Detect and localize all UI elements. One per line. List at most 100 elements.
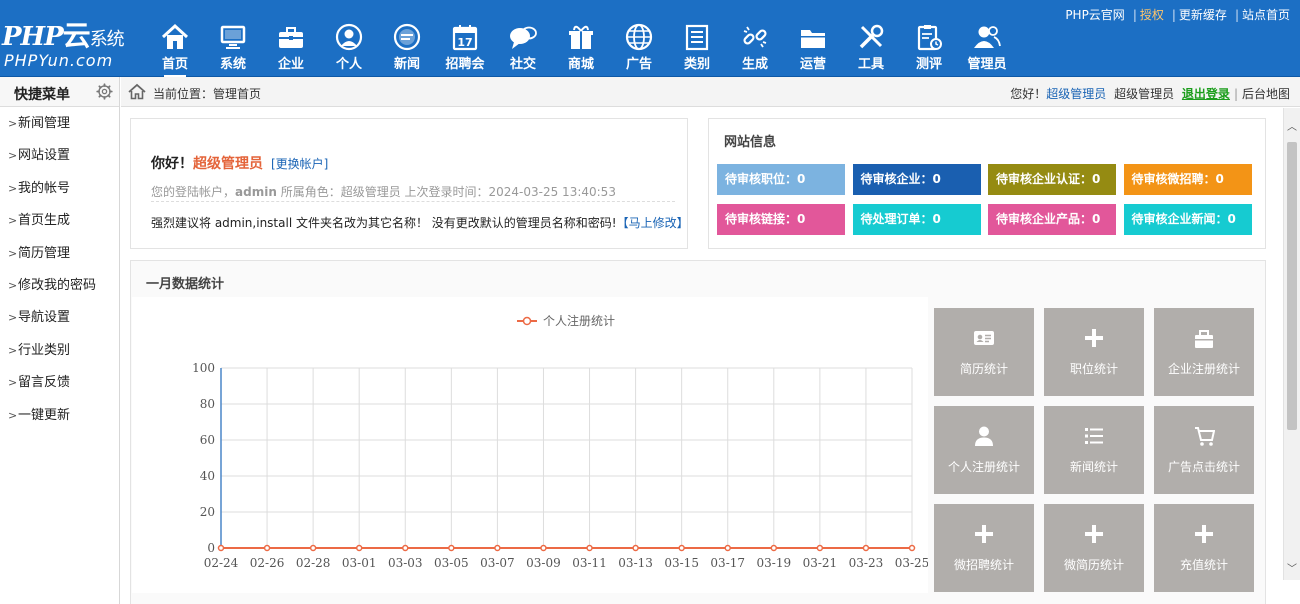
stat-shortcut-label: 微招聘统计 (953, 558, 1014, 572)
stat-shortcut-tile[interactable]: 新闻统计 (1044, 406, 1144, 494)
nav-tools[interactable]: 工具 (842, 0, 900, 77)
stat-shortcut-tile[interactable]: 微招聘统计 (934, 504, 1034, 592)
nav-link[interactable]: 生成 (726, 0, 784, 77)
plus-icon (1195, 525, 1213, 543)
nav-label: 运营 (799, 57, 826, 72)
home-icon[interactable] (128, 83, 146, 100)
list-icon (1085, 428, 1103, 444)
chevron-right-icon: > (8, 408, 18, 422)
logout-link[interactable]: 退出登录 (1182, 87, 1230, 101)
x-tick-label: 02-24 (204, 556, 239, 570)
pending-tile[interactable]: 待审核企业产品：0 (988, 204, 1116, 235)
switch-account-link[interactable]: [更换帐户] (271, 157, 328, 171)
official-site-link[interactable]: PHP云官网 (1065, 8, 1125, 22)
list-icon (685, 24, 709, 51)
x-tick-label: 03-19 (757, 556, 792, 570)
data-point (632, 544, 639, 552)
pending-tile[interactable]: 待审核链接：0 (717, 204, 845, 235)
pending-tile[interactable]: 待审核企业新闻：0 (1123, 204, 1252, 235)
breadcrumb-bar: 当前位置：管理首页 您好！超级管理员 超级管理员 退出登录 | 后台地图 (121, 77, 1300, 107)
pending-tile[interactable]: 待审核企业：0 (852, 164, 981, 195)
nav-globe[interactable]: 广告 (610, 0, 668, 77)
user-icon (335, 23, 363, 51)
y-tick-label: 60 (200, 433, 215, 447)
data-point (816, 544, 824, 552)
calendar-icon: 17 (452, 25, 478, 51)
sitemap-link[interactable]: 后台地图 (1242, 87, 1290, 101)
stat-shortcut-label: 新闻统计 (1069, 460, 1118, 474)
nav-folder[interactable]: 运营 (784, 0, 842, 77)
nav-home[interactable]: 首页 (146, 0, 204, 77)
pending-tile[interactable]: 待处理订单：0 (852, 204, 981, 235)
logo-yun: 云 (62, 19, 91, 52)
sidebar-item[interactable]: >简历管理 (0, 238, 119, 270)
nav-briefcase[interactable]: 企业 (262, 0, 320, 77)
main-scrollbar[interactable]: ︿ ﹀ (1283, 108, 1300, 580)
y-tick-label: 20 (200, 505, 215, 519)
stat-shortcut-tile[interactable]: 个人注册统计 (934, 406, 1034, 494)
nav-admins[interactable]: 管理员 (958, 0, 1016, 77)
phpyun-logo[interactable]: PHP云系统 PHPYun.com (2, 8, 142, 72)
sidebar-item[interactable]: >首页生成 (0, 205, 119, 237)
license-link[interactable]: 授权 (1140, 8, 1164, 22)
stat-shortcut-tile[interactable]: 广告点击统计 (1154, 406, 1254, 494)
divider (151, 201, 675, 202)
stat-shortcut-tile[interactable]: 充值统计 (1154, 504, 1254, 592)
sidebar-item[interactable]: >行业类别 (0, 335, 119, 367)
tools-icon (859, 24, 884, 49)
svg-text:17: 17 (457, 36, 472, 49)
site-home-link[interactable]: 站点首页 (1242, 8, 1290, 22)
x-tick-label: 03-03 (388, 556, 423, 570)
nav-gift[interactable]: 商城 (552, 0, 610, 77)
nav-news[interactable]: 新闻 (378, 0, 436, 77)
stat-shortcut-tile[interactable]: 简历统计 (934, 308, 1034, 396)
gift-icon (569, 25, 593, 49)
nav-user[interactable]: 个人 (320, 0, 378, 77)
line-chart-svg: 0 20 40 60 80 100 02-24 02-26 02-28 03-01 03-03 03-… (192, 313, 928, 570)
stat-shortcut-tile[interactable]: 微简历统计 (1044, 504, 1144, 592)
sidebar-item[interactable]: >新闻管理 (0, 108, 119, 140)
scroll-thumb[interactable] (1287, 142, 1297, 430)
admin-user-link[interactable]: 超级管理员 (1046, 87, 1106, 101)
link-icon (743, 26, 767, 48)
refresh-cache-link[interactable]: 更新缓存 (1179, 8, 1227, 22)
legend-marker (522, 316, 532, 326)
logo-domain: PHPYun.com (4, 51, 114, 70)
data-point (586, 544, 593, 552)
nav-clipboard[interactable]: 测评 (900, 0, 958, 77)
data-point (678, 544, 685, 552)
fix-now-link[interactable]: 【马上修改】 (617, 216, 689, 230)
sidebar-item[interactable]: >我的帐号 (0, 173, 119, 205)
x-tick-label: 03-05 (434, 556, 469, 570)
pending-tile[interactable]: 待审核微招聘：0 (1123, 164, 1252, 195)
sidebar-item-label: 我的帐号 (18, 180, 71, 196)
quick-menu-sidebar: 快捷菜单 >新闻管理 >网站设置 >我的帐号 >首页生成 >简历管理 >修改我的密码 >导航… (0, 77, 120, 604)
scroll-up-icon[interactable]: ︿ (1284, 120, 1300, 136)
data-point (355, 544, 363, 552)
nav-monitor[interactable]: 系统 (204, 0, 262, 77)
pending-tile[interactable]: 待审核企业认证：0 (988, 164, 1116, 195)
sidebar-item[interactable]: >一键更新 (0, 400, 119, 432)
gear-icon[interactable] (96, 83, 113, 100)
main-nav: 首页 系统 企业 个人 新闻 17 招聘会 社交 商城 广告 类别 生成 运营 工具 测评 管理员 (146, 0, 1016, 77)
sidebar-item[interactable]: >留言反馈 (0, 367, 119, 399)
stat-shortcut-tile[interactable]: 职位统计 (1044, 308, 1144, 396)
chevron-right-icon: > (8, 181, 18, 195)
sidebar-item[interactable]: >导航设置 (0, 302, 119, 334)
data-point (217, 544, 225, 552)
nav-chat[interactable]: 社交 (494, 0, 552, 77)
pending-tile[interactable]: 待审核职位：0 (717, 164, 845, 195)
breadcrumb: 当前位置：管理首页 (153, 87, 262, 101)
sidebar-item[interactable]: >网站设置 (0, 140, 119, 172)
nav-label: 商城 (567, 57, 594, 72)
briefcase-icon (279, 27, 303, 48)
nav-calendar[interactable]: 17 招聘会 (436, 0, 494, 77)
sidebar-item-label: 行业类别 (18, 342, 71, 358)
nav-list[interactable]: 类别 (668, 0, 726, 77)
scroll-down-icon[interactable]: ﹀ (1284, 562, 1300, 578)
sidebar-item[interactable]: >修改我的密码 (0, 270, 119, 302)
id-card-icon (974, 331, 994, 345)
chevron-right-icon: > (8, 117, 18, 130)
stat-shortcut-tile[interactable]: 企业注册统计 (1154, 308, 1254, 396)
data-point (309, 544, 317, 552)
